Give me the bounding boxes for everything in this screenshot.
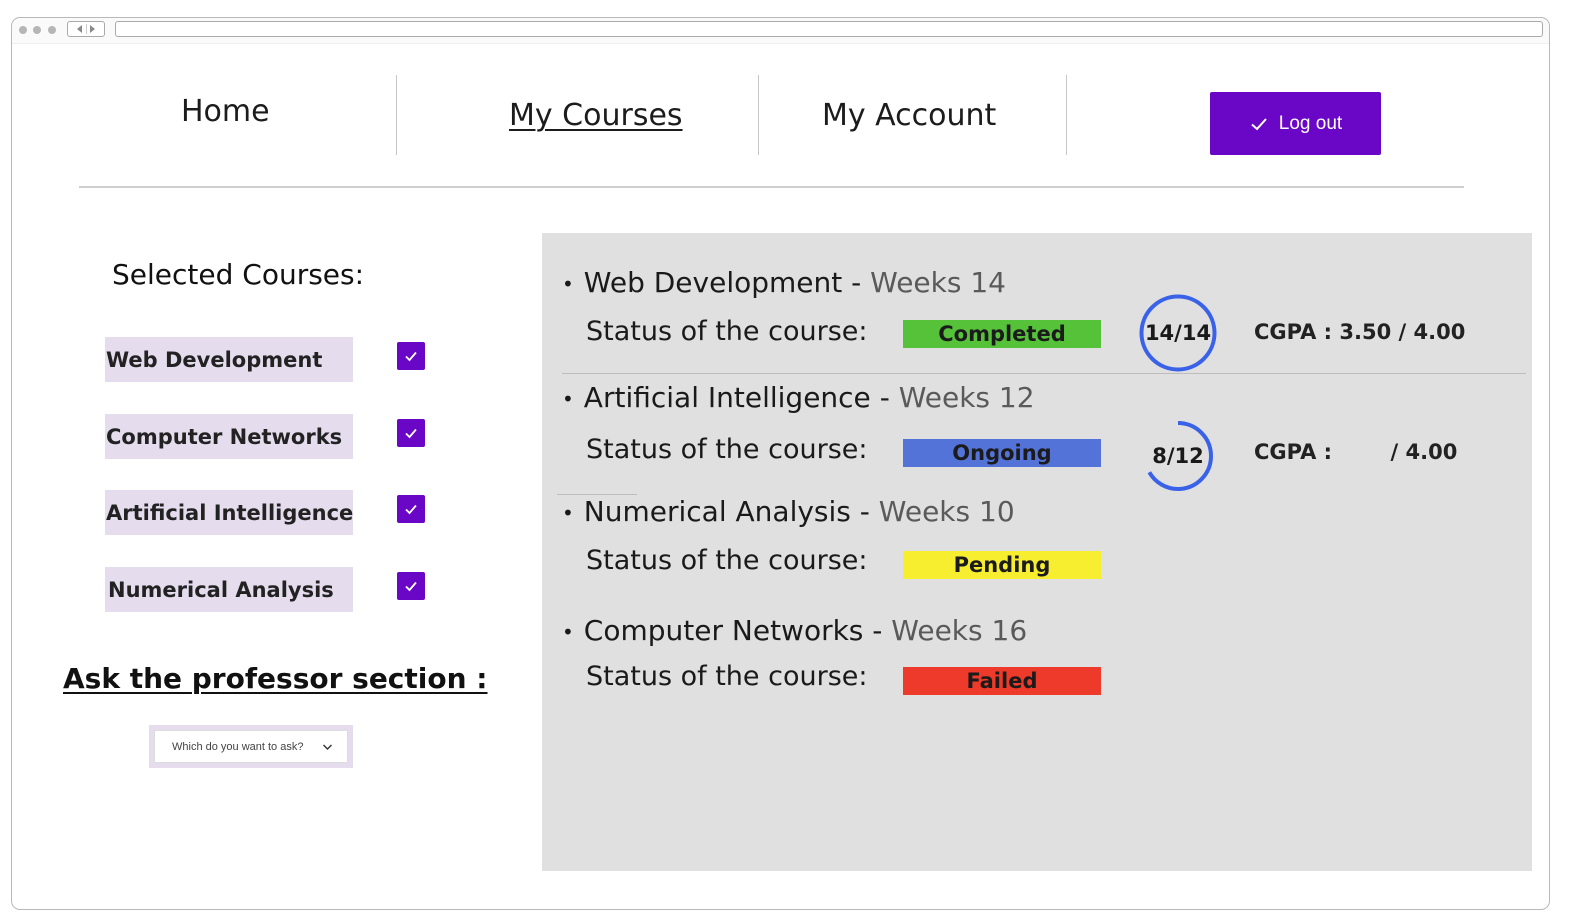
course-title: • Artificial Intelligence - Weeks 12 <box>562 381 1035 414</box>
back-forward-buttons[interactable] <box>67 21 105 37</box>
course-title: • Computer Networks - Weeks 16 <box>562 614 1028 647</box>
course-title: • Web Development - Weeks 14 <box>562 266 1006 299</box>
status-label: Status of the course: <box>586 316 868 347</box>
nav-separator <box>396 75 397 155</box>
check-icon <box>405 428 417 439</box>
progress-ring: 14/14 <box>1138 293 1218 373</box>
course-name: Numerical Analysis <box>583 495 851 528</box>
checkbox-artificial-intelligence[interactable] <box>397 495 425 523</box>
address-bar[interactable] <box>115 21 1543 37</box>
nav-my-account[interactable]: My Account <box>822 98 996 133</box>
status-label: Status of the course: <box>586 545 868 576</box>
select-value: Which do you want to ask? <box>172 740 304 753</box>
status-badge-pending: Pending <box>903 551 1101 579</box>
course-name: Computer Networks <box>583 614 864 647</box>
checkbox-numerical-analysis[interactable] <box>397 572 425 600</box>
progress-ring: 8/12 <box>1142 420 1214 492</box>
chevron-down-icon <box>323 744 332 750</box>
nav-my-courses[interactable]: My Courses <box>509 98 683 133</box>
forward-arrow-icon[interactable] <box>90 25 95 33</box>
window-control-dot[interactable] <box>48 26 56 34</box>
bullet: • <box>562 501 574 525</box>
course-divider <box>562 373 1526 374</box>
window-control-dot[interactable] <box>33 26 41 34</box>
ask-professor-select-wrapper: Which do you want to ask? <box>149 725 353 768</box>
ask-professor-title: Ask the professor section : <box>63 662 488 695</box>
check-icon <box>405 581 417 592</box>
selected-courses-title: Selected Courses: <box>112 258 365 291</box>
cgpa-label: CGPA : 3.50 / 4.00 <box>1254 320 1466 344</box>
check-icon <box>405 504 417 515</box>
nav-separator <box>1066 75 1067 155</box>
logout-label: Log out <box>1278 112 1343 134</box>
selected-course-numerical-analysis: Numerical Analysis <box>105 567 353 612</box>
selected-course-computer-networks: Computer Networks <box>105 414 353 459</box>
window-control-dot[interactable] <box>19 26 27 34</box>
progress-text: 8/12 <box>1152 444 1204 468</box>
course-name: Web Development <box>583 266 843 299</box>
nav-separator <box>758 75 759 155</box>
selected-course-artificial-intelligence: Artificial Intelligence <box>105 490 353 535</box>
course-title: • Numerical Analysis - Weeks 10 <box>562 495 1015 528</box>
status-badge-completed: Completed <box>903 320 1101 348</box>
status-badge-failed: Failed <box>903 667 1101 695</box>
checkbox-computer-networks[interactable] <box>397 419 425 447</box>
course-weeks: Weeks 10 <box>878 495 1015 528</box>
selected-course-web-development: Web Development <box>105 337 353 382</box>
logout-button[interactable]: Log out <box>1210 92 1381 155</box>
check-icon <box>405 351 417 362</box>
status-badge-ongoing: Ongoing <box>903 439 1101 467</box>
status-label: Status of the course: <box>586 434 868 465</box>
back-arrow-icon[interactable] <box>77 25 82 33</box>
progress-text: 14/14 <box>1144 321 1212 345</box>
course-weeks: Weeks 16 <box>891 614 1028 647</box>
check-icon <box>1251 117 1267 130</box>
bullet: • <box>562 272 574 296</box>
browser-toolbar <box>12 18 1549 44</box>
cgpa-label: CGPA : / 4.00 <box>1254 440 1458 464</box>
bullet: • <box>562 387 574 411</box>
course-weeks: Weeks 12 <box>898 381 1035 414</box>
ask-professor-select[interactable]: Which do you want to ask? <box>154 730 348 763</box>
course-weeks: Weeks 14 <box>870 266 1006 299</box>
bullet: • <box>562 620 574 644</box>
checkbox-web-development[interactable] <box>397 342 425 370</box>
header-divider <box>79 186 1464 188</box>
nav-home[interactable]: Home <box>181 94 270 129</box>
course-name: Artificial Intelligence <box>583 381 871 414</box>
status-label: Status of the course: <box>586 661 868 692</box>
button-divider <box>86 24 87 34</box>
